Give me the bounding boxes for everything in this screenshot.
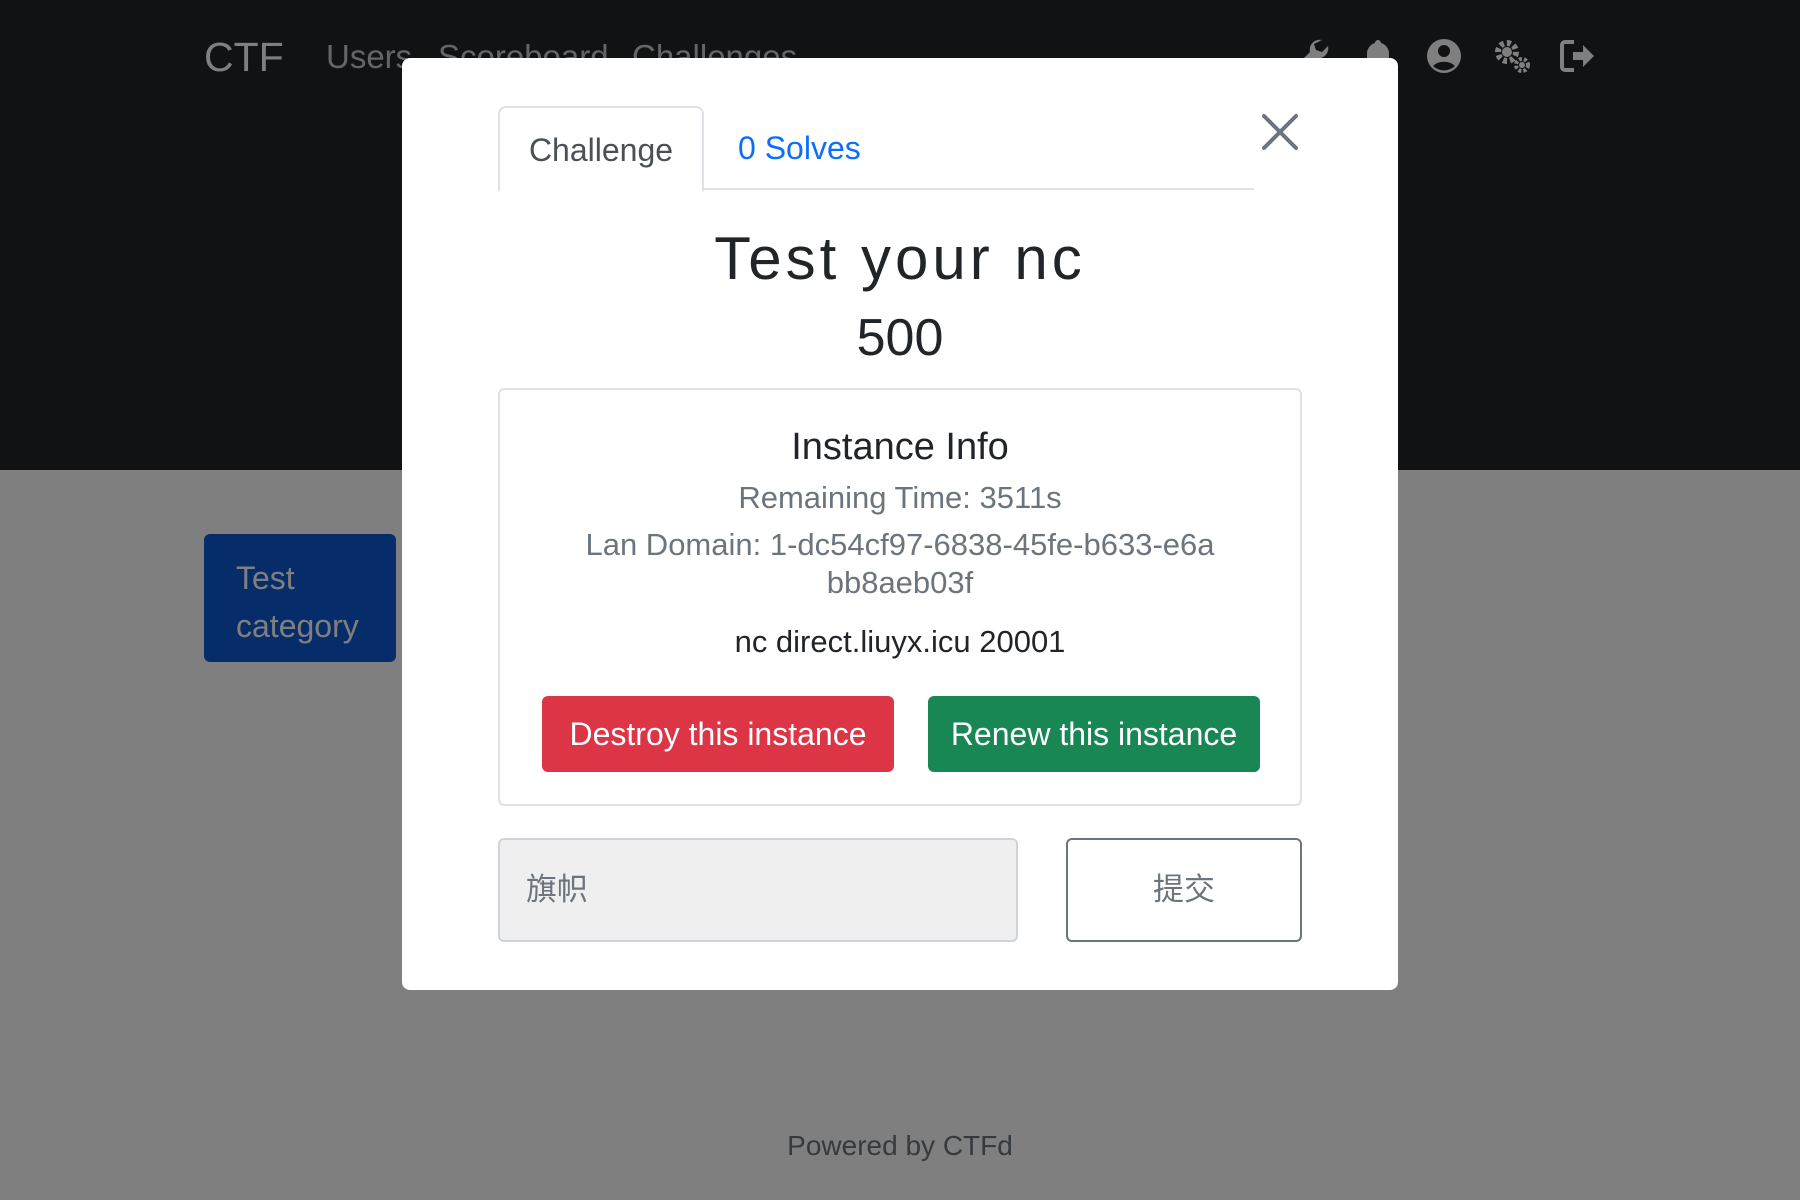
challenge-modal: Challenge 0 Solves Test your nc 500 Inst… bbox=[402, 58, 1398, 990]
challenge-name: Test your nc bbox=[714, 225, 1086, 292]
tab-solves[interactable]: 0 Solves bbox=[738, 106, 861, 190]
close-icon[interactable] bbox=[1256, 108, 1304, 156]
instance-info-title: Instance Info bbox=[791, 426, 1009, 468]
renew-instance-button[interactable]: Renew this instance bbox=[928, 696, 1260, 772]
lan-domain: Lan Domain: 1-dc54cf97-6838-45fe-b633-e6… bbox=[585, 527, 1215, 600]
destroy-instance-button[interactable]: Destroy this instance bbox=[542, 696, 894, 772]
submit-button[interactable]: 提交 bbox=[1066, 838, 1302, 942]
instance-info-card: Instance Info Remaining Time: 3511s Lan … bbox=[498, 388, 1302, 806]
challenge-value: 500 bbox=[856, 309, 944, 367]
tab-challenge[interactable]: Challenge bbox=[498, 106, 704, 192]
remaining-time: Remaining Time: 3511s bbox=[738, 480, 1062, 515]
flag-input[interactable] bbox=[498, 838, 1018, 942]
connection-command: nc direct.liuyx.icu 20001 bbox=[734, 624, 1066, 659]
modal-tabs: Challenge 0 Solves bbox=[498, 106, 1254, 192]
